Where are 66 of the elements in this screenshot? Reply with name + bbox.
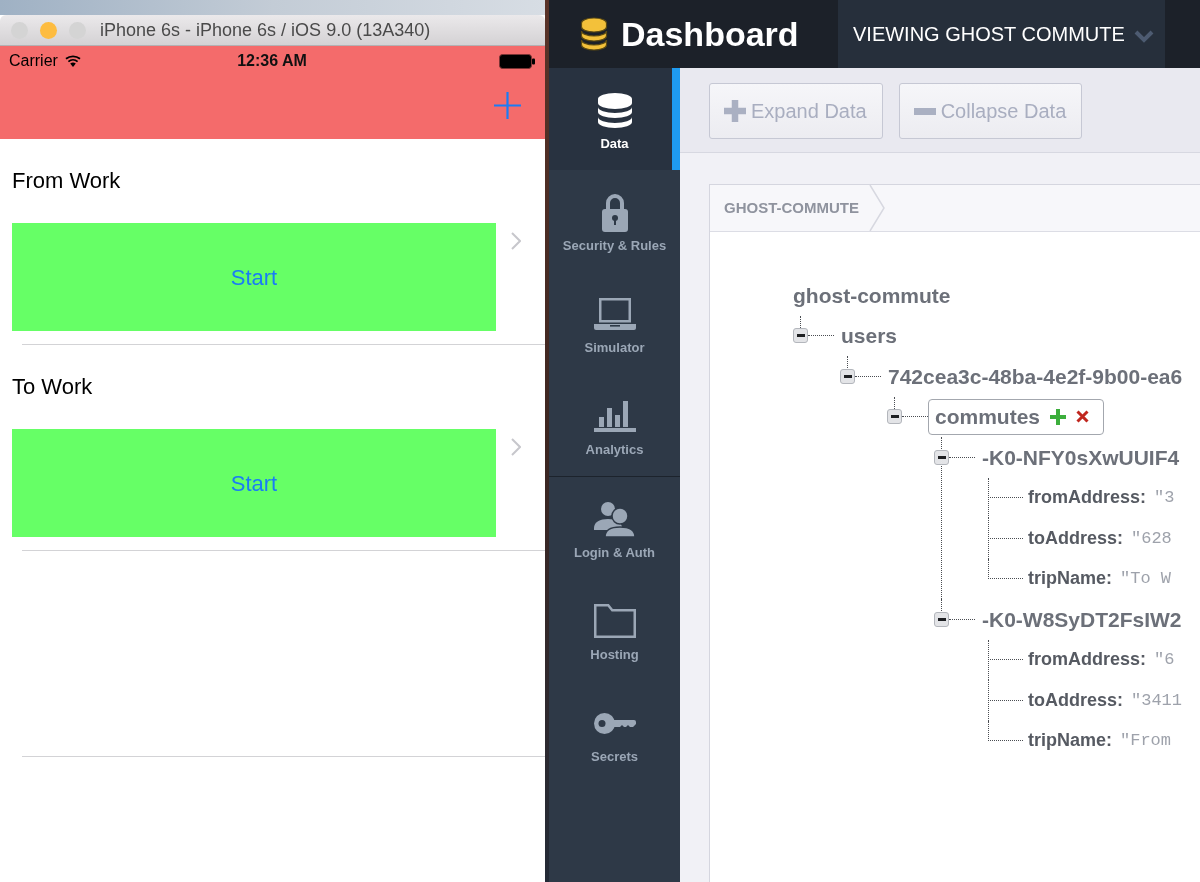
chevron-down-icon <box>1133 29 1154 43</box>
minus-icon <box>937 617 946 621</box>
tree-node-key[interactable]: tripName: <box>1028 565 1112 593</box>
delete-icon[interactable] <box>1076 410 1090 424</box>
collapse-toggle[interactable] <box>840 368 855 384</box>
carrier-label: Carrier <box>9 51 58 71</box>
tree-node-key[interactable]: fromAddress: <box>1028 646 1147 674</box>
collapse-toggle[interactable] <box>887 409 902 425</box>
plus-icon <box>724 100 746 122</box>
tree-root-key[interactable]: ghost-commute <box>793 279 951 311</box>
trip-title: From Work <box>12 168 122 194</box>
tree-node-key[interactable]: users <box>841 320 898 352</box>
collapse-toggle[interactable] <box>793 328 808 344</box>
tree-node-key[interactable]: toAddress: <box>1028 524 1123 552</box>
tree-node-value[interactable]: "6 <box>1154 647 1175 673</box>
sidebar-item[interactable]: Security & Rules <box>549 170 680 272</box>
breadcrumb-item[interactable]: GHOST-COMMUTE <box>710 185 885 231</box>
trip-title: To Work <box>12 374 94 400</box>
dashboard-title: Dashboard <box>621 17 799 51</box>
wifi-icon <box>64 55 81 67</box>
app-selector[interactable]: VIEWING GHOST COMMUTE <box>838 0 1165 68</box>
database-logo-icon <box>580 16 608 52</box>
laptop-icon <box>593 298 636 330</box>
minus-icon <box>913 107 936 115</box>
collapse-toggle[interactable] <box>934 611 949 627</box>
tree-connector-line <box>949 618 975 620</box>
key-icon <box>593 712 636 734</box>
tree-node-key[interactable]: -K0-NFY0sXwUUIF4 <box>982 441 1180 473</box>
chevron-right-icon <box>511 438 521 456</box>
tree-connector-line <box>949 456 975 458</box>
minus-icon <box>890 415 899 419</box>
tree-node-key[interactable]: commutes <box>935 401 1041 433</box>
users-icon <box>593 501 636 537</box>
battery-icon <box>499 53 535 69</box>
minus-icon <box>843 374 852 378</box>
tree-node-value[interactable]: "From <box>1120 728 1172 754</box>
collapse-toggle[interactable] <box>934 449 949 465</box>
tree-connector-line <box>808 335 834 337</box>
sidebar-item[interactable]: Hosting <box>549 579 680 681</box>
tree-connector-line <box>855 375 881 377</box>
tree-node-key[interactable]: toAddress: <box>1028 686 1123 714</box>
tree-node-key[interactable]: 742cea3c-48ba-4e2f-9b00-ea6 <box>888 360 1183 392</box>
lock-icon <box>601 192 628 232</box>
minus-icon <box>937 455 946 459</box>
sidebar-item[interactable]: Simulator <box>549 272 680 374</box>
tree-node-value[interactable]: "To W <box>1120 566 1172 592</box>
plus-icon <box>494 92 521 119</box>
add-child-icon[interactable] <box>1050 408 1067 425</box>
chevron-right-icon <box>511 232 521 250</box>
status-time: 12:36 AM <box>237 51 307 71</box>
minus-icon <box>796 334 805 338</box>
tree-node-value[interactable]: "628 <box>1131 525 1172 551</box>
folder-icon <box>593 604 636 638</box>
sidebar-item[interactable]: Login & Auth <box>549 477 680 579</box>
window-title: iPhone 6s - iPhone 6s / iOS 9.0 (13A340) <box>100 18 431 42</box>
tree-node-key[interactable]: fromAddress: <box>1028 484 1147 512</box>
sidebar-item[interactable]: Data <box>549 68 680 170</box>
sidebar-item[interactable]: Secrets <box>549 681 680 783</box>
start-button[interactable]: Start <box>12 223 496 331</box>
bar-chart-icon <box>593 400 636 432</box>
tree-node-value[interactable]: "3 <box>1154 485 1175 511</box>
sidebar-item[interactable]: Analytics <box>549 374 680 476</box>
tree-node-value[interactable]: "3411 <box>1131 687 1183 713</box>
tree-node-key[interactable]: -K0-W8SyDT2FsIW2 <box>982 603 1182 635</box>
tree-node-key[interactable]: tripName: <box>1028 727 1112 755</box>
start-button[interactable]: Start <box>12 429 496 537</box>
